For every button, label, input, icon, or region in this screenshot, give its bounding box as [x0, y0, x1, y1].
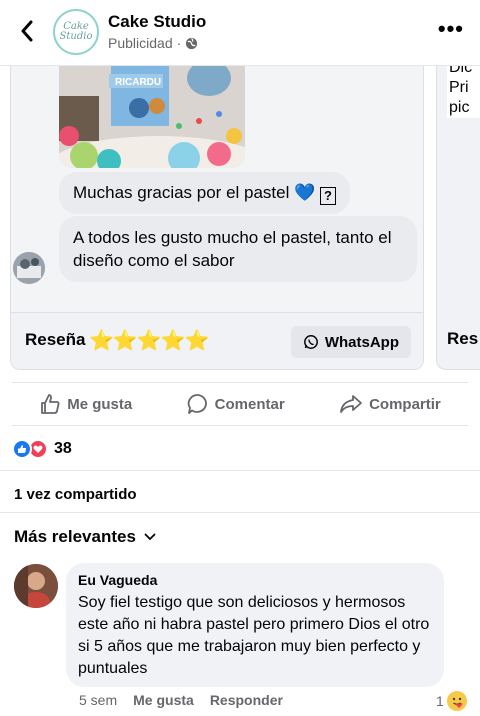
- divider: [0, 470, 480, 471]
- sponsored-text: Publicidad: [108, 35, 173, 51]
- comment-sort-dropdown[interactable]: Más relevantes: [14, 527, 156, 547]
- carousel-card[interactable]: RICARDU Muchas gracias por el pastel 💙 ?…: [10, 66, 424, 370]
- post-actions: Me gusta Comentar Compartir: [12, 382, 468, 426]
- thumbs-up-icon: [41, 394, 60, 414]
- reactions-summary[interactable]: 38: [12, 438, 72, 460]
- chevron-down-icon: [144, 533, 156, 541]
- card2-title: Res: [447, 329, 479, 348]
- comment-like-button[interactable]: Me gusta: [133, 692, 194, 708]
- comment-text: Soy fiel testigo que son deliciosos y he…: [78, 594, 430, 677]
- chevron-left-icon: [21, 20, 33, 42]
- globe-icon: [186, 37, 198, 49]
- comment-bubble: Eu Vagueda Soy fiel testigo que son deli…: [66, 563, 444, 687]
- like-label: Me gusta: [67, 395, 133, 413]
- page-name[interactable]: Cake Studio: [108, 12, 206, 32]
- cake-photo: RICARDU: [59, 66, 245, 168]
- comment-icon: [187, 394, 207, 414]
- card2-line: Pri: [449, 79, 469, 96]
- reaction-count: 38: [54, 440, 72, 457]
- whatsapp-button[interactable]: WhatsApp: [290, 326, 411, 358]
- dot-separator: ·: [176, 35, 182, 51]
- card2-line: Dic: [449, 66, 473, 76]
- cake-label: RICARDU: [115, 77, 161, 88]
- card-footer: Reseña ⭐⭐⭐⭐⭐ WhatsApp: [11, 312, 423, 369]
- card2-line: pic: [449, 99, 470, 116]
- share-icon: [340, 395, 362, 413]
- avatar: [13, 252, 45, 284]
- comment-time: 5 sem: [79, 692, 118, 708]
- comment-reply-button[interactable]: Responder: [210, 692, 283, 708]
- card-title: Reseña: [25, 330, 86, 349]
- blue-heart-emoji: 💙: [294, 183, 316, 202]
- more-options-button[interactable]: •••: [438, 18, 464, 40]
- comment-author[interactable]: Eu Vagueda: [78, 571, 432, 589]
- commenter-avatar[interactable]: [14, 564, 58, 608]
- rating-stars: ⭐⭐⭐⭐⭐: [89, 330, 210, 352]
- comment-reactions[interactable]: 1: [436, 691, 467, 711]
- like-reaction-icon: [12, 439, 32, 459]
- post-header: Cake Studio Cake Studio Publicidad · •••: [0, 0, 480, 66]
- page-avatar[interactable]: Cake Studio: [53, 9, 99, 55]
- divider: [0, 512, 480, 513]
- comment-meta: 5 sem Me gusta Responder: [79, 692, 283, 708]
- message-text: Muchas gracias por el pastel: [73, 183, 290, 202]
- share-button[interactable]: Compartir: [339, 393, 441, 415]
- share-count[interactable]: 1 vez compartido: [14, 486, 137, 503]
- comment-reaction-count: 1: [436, 693, 444, 709]
- care-reaction-icon: [446, 691, 467, 711]
- like-button[interactable]: Me gusta: [39, 393, 132, 415]
- logo-text: Cake Studio: [59, 21, 93, 42]
- share-label: Compartir: [369, 395, 441, 413]
- card2-text: Dic Pri pic: [447, 66, 480, 118]
- whatsapp-label: WhatsApp: [324, 333, 399, 351]
- message-bubble: A todos les gusto mucho el pastel, tanto…: [59, 216, 417, 282]
- unknown-glyph-icon: ?: [320, 187, 337, 205]
- sponsored-label: Publicidad ·: [108, 35, 198, 51]
- card-image: RICARDU Muchas gracias por el pastel 💙 ?…: [11, 66, 423, 312]
- carousel-card-next[interactable]: Dic Pri pic Res: [436, 66, 480, 370]
- whatsapp-icon: [303, 335, 318, 349]
- comment-label: Comentar: [214, 395, 285, 413]
- message-bubble: Muchas gracias por el pastel 💙 ?: [59, 172, 351, 214]
- back-button[interactable]: [14, 18, 40, 44]
- sort-label: Más relevantes: [14, 527, 136, 546]
- comment-button[interactable]: Comentar: [187, 393, 285, 415]
